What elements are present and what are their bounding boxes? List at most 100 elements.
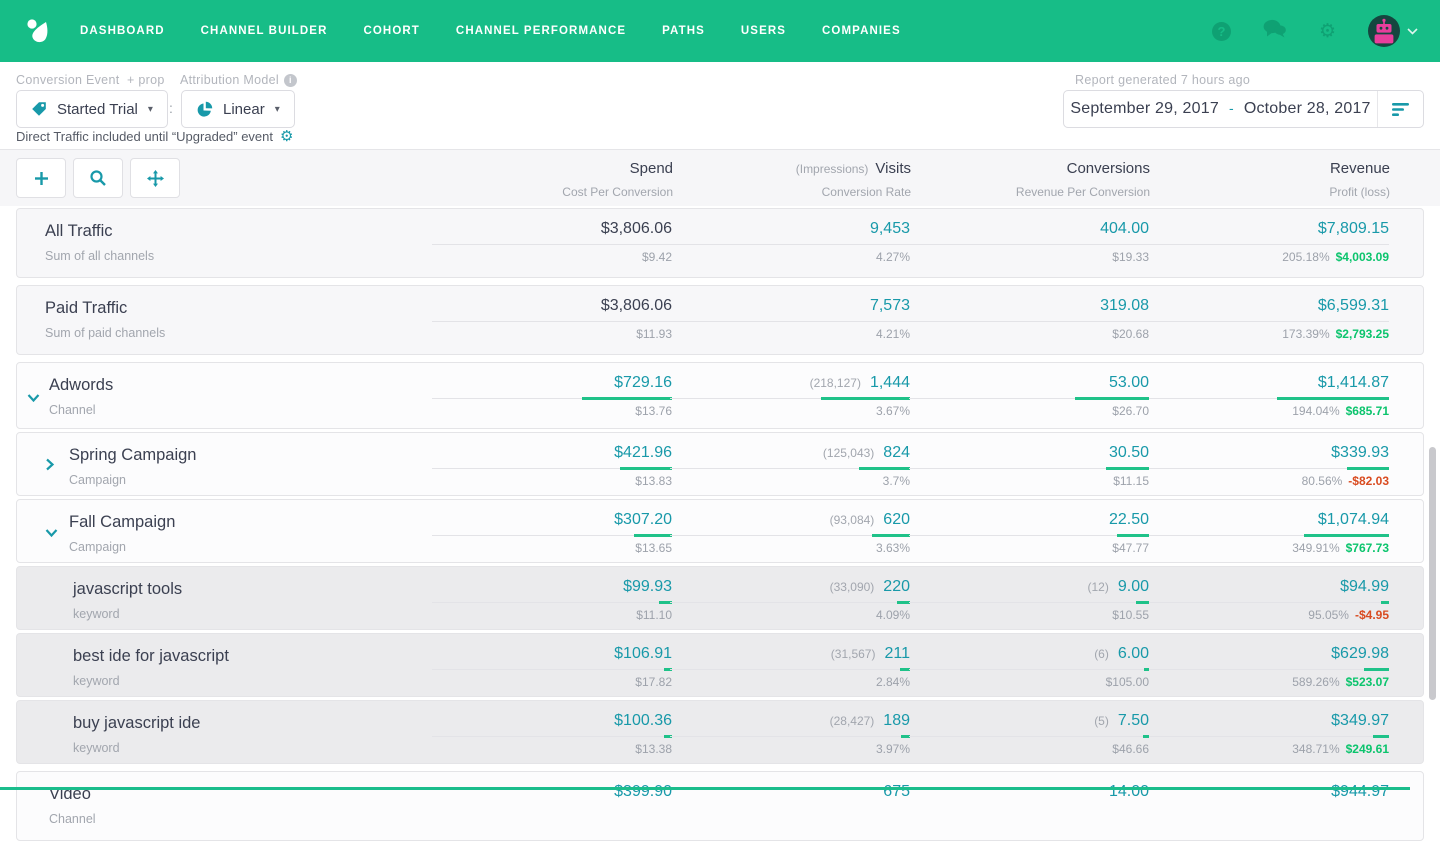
- info-icon[interactable]: i: [284, 74, 297, 87]
- chevron-right-icon[interactable]: [45, 458, 55, 476]
- move-button[interactable]: [130, 158, 180, 198]
- spend-cell: $421.96 $13.83: [432, 444, 672, 488]
- chevron-down-icon[interactable]: [45, 525, 58, 543]
- search-button[interactable]: [73, 158, 123, 198]
- visits-cell: 675: [670, 783, 910, 802]
- nav-item-paths[interactable]: PATHS: [662, 25, 705, 37]
- spend-cell: $3,806.06 $9.42: [432, 220, 672, 264]
- conversions-cell: (12)9.00 $10.55: [909, 578, 1149, 622]
- nav-item-cohort[interactable]: COHORT: [363, 25, 419, 37]
- nav-item-companies[interactable]: COMPANIES: [822, 25, 901, 37]
- chat-icon[interactable]: [1263, 19, 1287, 43]
- date-range-text: September 29, 2017-October 28, 2017: [1064, 100, 1377, 118]
- filter-bar: Conversion Event + prop Attribution Mode…: [0, 62, 1440, 150]
- conversions-cell: (6)6.00 $105.00: [909, 645, 1149, 689]
- help-icon[interactable]: ?: [1212, 22, 1231, 41]
- visits-cell: 9,453 4.27%: [670, 220, 910, 264]
- header-revenue[interactable]: Revenue Profit (loss): [1150, 160, 1390, 199]
- spend-cell: $729.16 $13.76: [432, 374, 672, 418]
- conversion-event-dropdown[interactable]: Started Trial ▾: [16, 90, 168, 128]
- note-gear-icon[interactable]: ⚙: [280, 129, 293, 144]
- chevron-down-icon[interactable]: [27, 390, 40, 408]
- date-range-picker[interactable]: September 29, 2017-October 28, 2017: [1063, 90, 1424, 128]
- table-row-video[interactable]: Video Channel $399.90 675 14.00 $944.97: [16, 771, 1424, 841]
- attribution-logo[interactable]: [22, 14, 56, 48]
- visits-cell: (28,427)189 3.97%: [670, 712, 910, 756]
- table-row-buy-javascript-ide[interactable]: buy javascript ide keyword $100.36 $13.3…: [16, 700, 1424, 764]
- visits-cell: (218,127)1,444 3.67%: [670, 374, 910, 418]
- conversion-event-value: Started Trial: [57, 101, 138, 118]
- table-header-strip: Spend Cost Per Conversion (Impressions)V…: [0, 150, 1440, 206]
- conversions-cell: 404.00 $19.33: [909, 220, 1149, 264]
- attribution-model-dropdown[interactable]: Linear ▾: [181, 90, 295, 128]
- add-prop-link[interactable]: + prop: [127, 73, 165, 87]
- nav-item-channel-performance[interactable]: CHANNEL PERFORMANCE: [456, 25, 626, 37]
- row-title: Fall Campaign: [69, 513, 175, 532]
- row-subtitle: Channel: [49, 812, 96, 826]
- settings-gear-icon[interactable]: ⚙: [1319, 22, 1336, 41]
- table-row-adwords[interactable]: Adwords Channel $729.16 $13.76 (218,127)…: [16, 362, 1424, 429]
- nav-item-users[interactable]: USERS: [741, 25, 786, 37]
- row-subtitle: keyword: [73, 741, 200, 755]
- conversions-cell: 14.00: [909, 783, 1149, 802]
- spend-cell: $399.90: [432, 783, 672, 802]
- avatar[interactable]: [1368, 15, 1400, 47]
- row-title: Spring Campaign: [69, 446, 197, 465]
- revenue-cell: $94.99 95.05%-$4.95: [1149, 578, 1389, 622]
- conversion-event-label: Conversion Event + prop: [16, 73, 165, 87]
- row-title: javascript tools: [73, 580, 182, 599]
- conversions-cell: 53.00 $26.70: [909, 374, 1149, 418]
- row-title: buy javascript ide: [73, 714, 200, 733]
- visits-cell: 7,573 4.21%: [670, 297, 910, 341]
- visits-cell: (125,043)824 3.7%: [670, 444, 910, 488]
- conversions-cell: 30.50 $11.15: [909, 444, 1149, 488]
- attribution-model-value: Linear: [223, 101, 265, 118]
- spend-cell: $3,806.06 $11.93: [432, 297, 672, 341]
- spend-cell: $106.91 $17.82: [432, 645, 672, 689]
- report-generated-label: Report generated 7 hours ago: [1075, 73, 1250, 87]
- row-title: Paid Traffic: [45, 299, 165, 318]
- revenue-cell: $1,074.94 349.91%$767.73: [1149, 511, 1389, 555]
- row-title: All Traffic: [45, 222, 154, 241]
- plus-icon: [34, 171, 49, 186]
- visits-cell: (31,567)211 2.84%: [670, 645, 910, 689]
- row-subtitle: Sum of all channels: [45, 249, 154, 263]
- revenue-cell: $629.98 589.26%$523.07: [1149, 645, 1389, 689]
- nav-item-dashboard[interactable]: DASHBOARD: [80, 25, 165, 37]
- chevron-down-icon[interactable]: [1407, 28, 1418, 35]
- search-icon: [90, 170, 106, 186]
- header-visits[interactable]: (Impressions)Visits Conversion Rate: [671, 160, 911, 199]
- table-row-fall-campaign[interactable]: Fall Campaign Campaign $307.20 $13.65 (9…: [16, 499, 1424, 563]
- direct-traffic-note: Direct Traffic included until “Upgraded”…: [16, 129, 293, 144]
- spend-cell: $307.20 $13.65: [432, 511, 672, 555]
- revenue-cell: $6,599.31 173.39%$2,793.25: [1149, 297, 1389, 341]
- table-row-all-traffic[interactable]: All Traffic Sum of all channels $3,806.0…: [16, 208, 1424, 278]
- dropdown-separator: :: [169, 100, 173, 116]
- row-title: Adwords: [49, 376, 113, 395]
- attribution-model-label: Attribution Modeli: [180, 73, 297, 87]
- row-subtitle: keyword: [73, 674, 229, 688]
- date-filter-icon[interactable]: [1377, 91, 1423, 127]
- conversions-cell: 22.50 $47.77: [909, 511, 1149, 555]
- row-subtitle: Campaign: [69, 473, 197, 487]
- header-spend[interactable]: Spend Cost Per Conversion: [433, 160, 673, 199]
- add-channel-button[interactable]: [16, 158, 66, 198]
- row-title: best ide for javascript: [73, 647, 229, 666]
- vertical-scrollbar[interactable]: [1429, 447, 1436, 700]
- row-subtitle: Campaign: [69, 540, 175, 554]
- visits-cell: (93,084)620 3.63%: [670, 511, 910, 555]
- nav-menu: DASHBOARD CHANNEL BUILDER COHORT CHANNEL…: [80, 25, 901, 37]
- visits-cell: (33,090)220 4.09%: [670, 578, 910, 622]
- table-row-javascript-tools[interactable]: javascript tools keyword $99.93 $11.10 (…: [16, 566, 1424, 630]
- revenue-cell: $339.93 80.56%-$82.03: [1149, 444, 1389, 488]
- table-row-best-ide-for-javascript[interactable]: best ide for javascript keyword $106.91 …: [16, 633, 1424, 697]
- table-row-spring-campaign[interactable]: Spring Campaign Campaign $421.96 $13.83 …: [16, 432, 1424, 496]
- table-row-paid-traffic[interactable]: Paid Traffic Sum of paid channels $3,806…: [16, 285, 1424, 355]
- top-nav: DASHBOARD CHANNEL BUILDER COHORT CHANNEL…: [0, 0, 1440, 62]
- conversions-cell: 319.08 $20.68: [909, 297, 1149, 341]
- revenue-cell: $7,809.15 205.18%$4,003.09: [1149, 220, 1389, 264]
- header-conversions[interactable]: Conversions Revenue Per Conversion: [910, 160, 1150, 199]
- nav-item-channel-builder[interactable]: CHANNEL BUILDER: [201, 25, 328, 37]
- tag-icon: [31, 101, 47, 117]
- conversions-cell: (5)7.50 $46.66: [909, 712, 1149, 756]
